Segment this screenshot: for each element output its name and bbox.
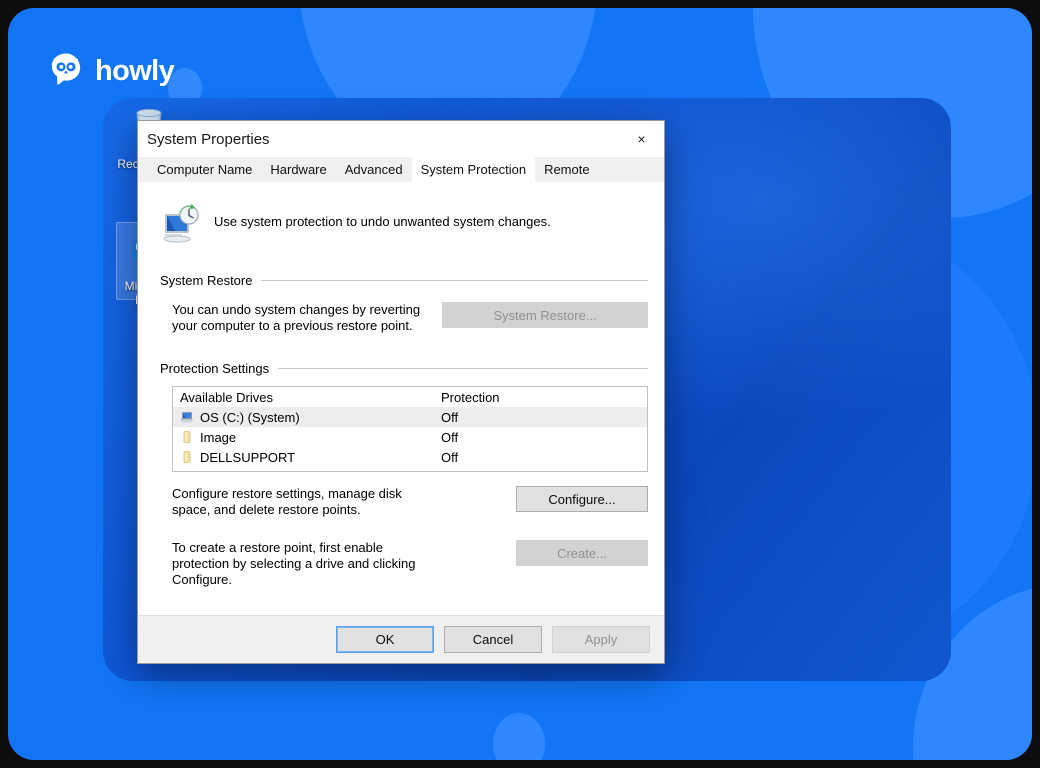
table-row[interactable]: OS (C:) (System) Off	[173, 407, 647, 427]
apply-button[interactable]: Apply	[552, 626, 650, 653]
column-header-available-drives: Available Drives	[180, 389, 273, 405]
ok-button[interactable]: OK	[336, 626, 434, 653]
create-button[interactable]: Create...	[516, 540, 648, 566]
group-rule	[278, 368, 648, 369]
drive-name: Image	[200, 429, 237, 445]
drive-protection-state: Off	[441, 409, 459, 425]
drive-icon	[179, 429, 195, 445]
intro-text: Use system protection to undo unwanted s…	[214, 214, 551, 229]
tab-system-protection[interactable]: System Protection	[411, 156, 536, 182]
howly-logo: howly	[46, 51, 175, 91]
drive-icon	[179, 449, 195, 465]
table-row[interactable]: Image Off	[173, 427, 647, 447]
drive-name: DELLSUPPORT	[200, 449, 296, 465]
configure-description: Configure restore settings, manage disk …	[172, 486, 402, 517]
configure-button[interactable]: Configure...	[516, 486, 648, 512]
system-properties-dialog: System Properties × Computer Name Hardwa…	[137, 120, 665, 664]
column-header-protection: Protection	[441, 389, 500, 405]
intro-row: Use system protection to undo unwanted s…	[152, 195, 650, 246]
drive-protection-state: Off	[441, 449, 459, 465]
system-restore-description: You can undo system changes by reverting…	[172, 302, 421, 333]
system-restore-button[interactable]: System Restore...	[442, 302, 648, 328]
system-restore-row: You can undo system changes by reverting…	[152, 302, 650, 334]
system-restore-computer-icon	[163, 203, 199, 243]
dialog-tabstrip: Computer Name Hardware Advanced System P…	[138, 156, 664, 183]
drive-name: OS (C:) (System)	[200, 409, 300, 425]
dialog-title: System Properties	[147, 130, 270, 148]
group-system-restore: System Restore	[152, 273, 650, 288]
group-protection-settings: Protection Settings	[152, 361, 650, 376]
dialog-footer: OK Cancel Apply	[138, 615, 664, 663]
tab-hardware[interactable]: Hardware	[261, 157, 336, 182]
hard-drive-icon	[179, 409, 195, 425]
system-protection-panel: Use system protection to undo unwanted s…	[138, 183, 664, 615]
create-row: To create a restore point, first enable …	[152, 540, 650, 588]
drives-list-header: Available Drives Protection	[173, 387, 647, 407]
create-description: To create a restore point, first enable …	[172, 540, 416, 587]
group-label: Protection Settings	[160, 361, 270, 376]
cancel-button[interactable]: Cancel	[444, 626, 542, 653]
drive-protection-state: Off	[441, 429, 459, 445]
page-root: howly Recycle Bin	[0, 0, 1040, 768]
tab-computer-name[interactable]: Computer Name	[148, 157, 262, 182]
owl-speech-bubble-icon	[51, 53, 81, 85]
group-label: System Restore	[160, 273, 253, 288]
table-row[interactable]: DELLSUPPORT Off	[173, 447, 647, 467]
tab-advanced[interactable]: Advanced	[335, 157, 412, 182]
dialog-titlebar[interactable]: System Properties ×	[138, 121, 664, 157]
configure-row: Configure restore settings, manage disk …	[152, 486, 650, 518]
brand-name: howly	[95, 54, 175, 87]
brand-canvas: howly Recycle Bin	[8, 8, 1032, 760]
tab-remote[interactable]: Remote	[535, 157, 599, 182]
decorative-blob	[493, 713, 545, 760]
group-rule	[261, 280, 648, 281]
close-icon[interactable]: ×	[619, 122, 664, 156]
available-drives-list[interactable]: Available Drives Protection OS (C:) (Sys…	[172, 386, 648, 472]
